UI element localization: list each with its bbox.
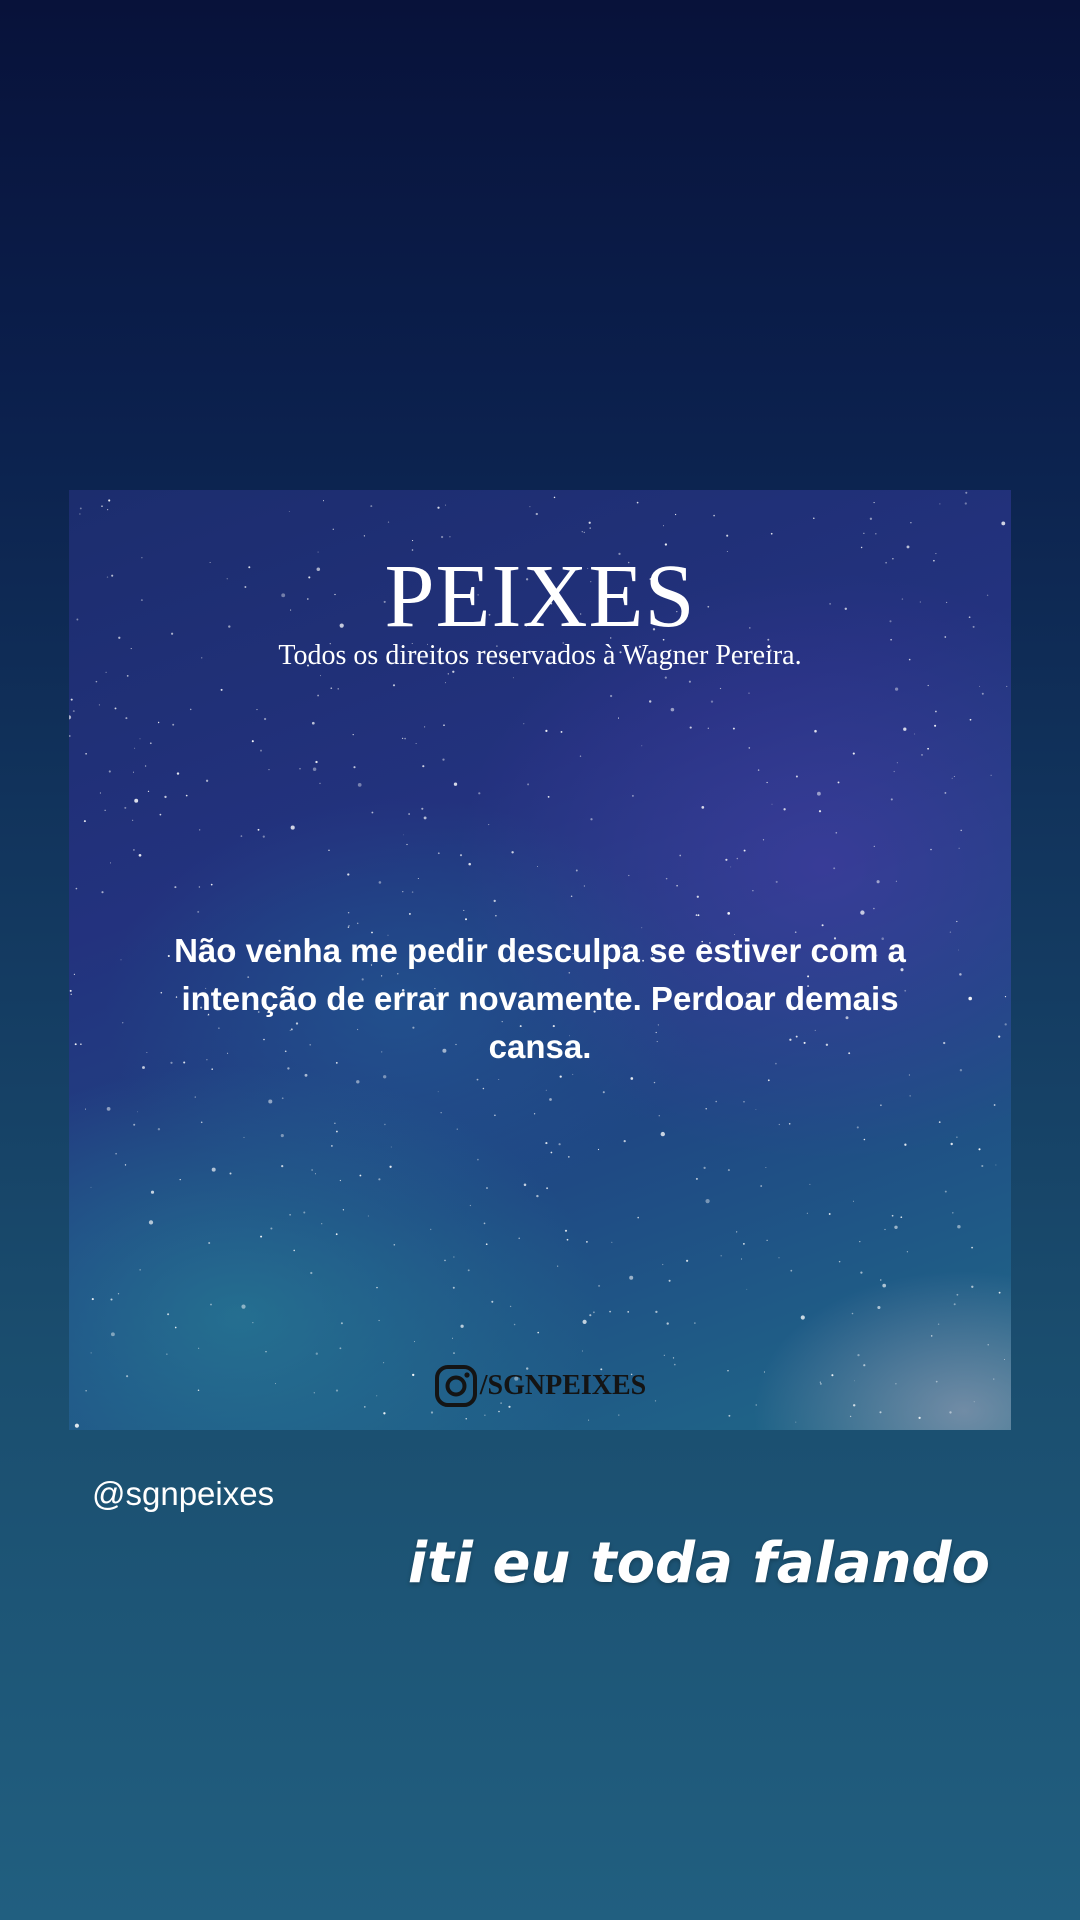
post-footer-handle: /SGNPEIXES <box>479 1370 647 1401</box>
story-caption-text: iti eu toda falando <box>407 1531 990 1596</box>
post-quote: Não venha me pedir desculpa se estiver c… <box>174 932 906 1065</box>
instagram-icon <box>434 1365 477 1407</box>
post-footer: /SGNPEIXES <box>69 1364 1011 1408</box>
post-copyright: Todos os direitos reservados à Wagner Pe… <box>278 640 802 671</box>
shared-post-image[interactable]: PEIXES Todos os direitos reservados à Wa… <box>69 490 1011 1430</box>
post-title: PEIXES <box>384 547 696 646</box>
mention-sticker[interactable]: @sgnpeixes <box>92 1474 274 1514</box>
